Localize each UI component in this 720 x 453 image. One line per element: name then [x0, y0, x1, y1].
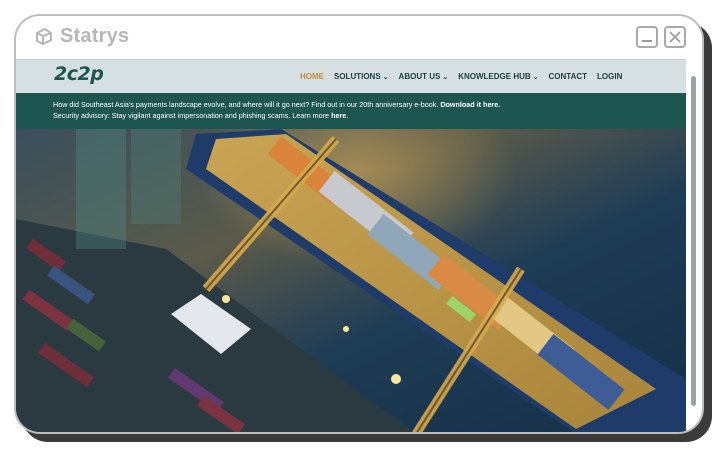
announcement-ebook-text: How did Southeast Asia's payments landsc…: [53, 100, 441, 109]
chevron-down-icon: ⌄: [442, 73, 449, 81]
nav-about-us-label: ABOUT US: [398, 72, 441, 81]
announcement-line-ebook: How did Southeast Asia's payments landsc…: [53, 100, 500, 109]
nav-home-label: HOME: [300, 72, 324, 81]
nav-contact-label: CONTACT: [548, 72, 588, 81]
chevron-down-icon: ⌄: [382, 73, 389, 81]
nav-knowledge-hub-label: KNOWLEDGE HUB: [458, 72, 531, 81]
announcement-security-end: .: [346, 111, 349, 120]
nav-solutions-label: SOLUTIONS: [334, 72, 381, 81]
web-viewport: 2c2p HOME SOLUTIONS ⌄ ABOUT US ⌄ KNOWLEDGE…: [16, 59, 686, 432]
announcement-banner: How did Southeast Asia's payments landsc…: [16, 93, 686, 129]
nav-login-label: LOGIN: [597, 72, 623, 81]
announcement-line-security: Security advisory: Stay vigilant against…: [53, 111, 348, 120]
nav-contact[interactable]: CONTACT: [549, 72, 588, 81]
main-nav: HOME SOLUTIONS ⌄ ABOUT US ⌄ KNOWLEDGE HUB ⌄…: [300, 72, 632, 81]
nav-knowledge-hub[interactable]: KNOWLEDGE HUB ⌄: [458, 72, 538, 81]
nav-login[interactable]: LOGIN: [597, 72, 622, 81]
site-navbar: 2c2p HOME SOLUTIONS ⌄ ABOUT US ⌄ KNOWLEDGE…: [16, 59, 686, 94]
nav-solutions[interactable]: SOLUTIONS ⌄: [334, 72, 389, 81]
title-bar: Statrys: [16, 16, 702, 59]
chevron-down-icon: ⌄: [532, 73, 539, 81]
minimize-icon[interactable]: [636, 26, 658, 48]
window-brand: Statrys: [34, 25, 129, 48]
close-icon[interactable]: [664, 26, 686, 48]
statrys-logo-icon: [36, 27, 52, 45]
window-brand-name: Statrys: [60, 25, 130, 47]
announcement-security-text: Security advisory: Stay vigilant against…: [53, 111, 332, 120]
site-logo[interactable]: 2c2p: [54, 63, 104, 85]
nav-home[interactable]: HOME: [300, 72, 324, 81]
page-scrollbar[interactable]: [691, 76, 696, 406]
learn-more-link[interactable]: here: [331, 111, 346, 120]
hero-image: [16, 129, 686, 432]
nav-about-us[interactable]: ABOUT US ⌄: [399, 72, 449, 81]
browser-window: Statrys 2c2p HOME SOLUTIONS ⌄ ABOUT US ⌄ K…: [14, 14, 704, 434]
download-link[interactable]: Download it here.: [440, 100, 500, 109]
